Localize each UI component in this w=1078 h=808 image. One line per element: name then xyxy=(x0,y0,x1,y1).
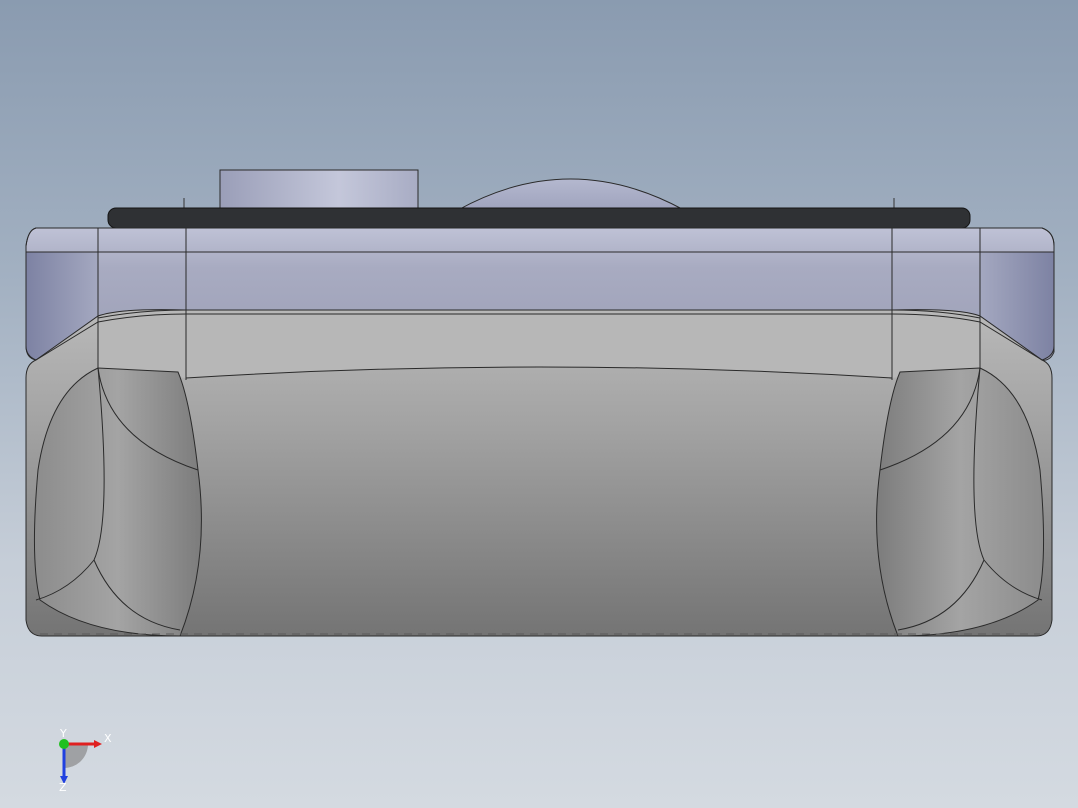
coordinate-triad: X Y Z xyxy=(59,728,112,792)
dome-feature xyxy=(457,178,685,211)
z-axis-label: Z xyxy=(59,781,67,792)
model-render xyxy=(25,169,1055,637)
x-axis-label: X xyxy=(104,732,112,745)
top-gasket xyxy=(107,207,971,229)
right-pocket xyxy=(876,367,1045,637)
y-axis-label: Y xyxy=(59,728,67,740)
y-axis-dot xyxy=(59,739,69,749)
model-viewport[interactable]: X Y Z xyxy=(0,0,1078,808)
left-pocket xyxy=(33,367,202,637)
cylinder-boss xyxy=(219,169,419,213)
